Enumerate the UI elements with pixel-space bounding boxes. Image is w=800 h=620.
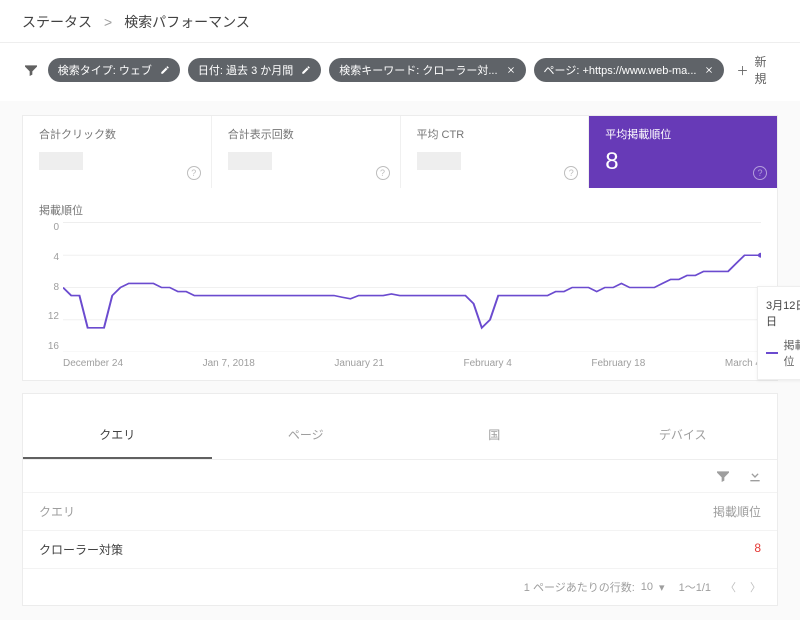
metric-label: 合計クリック数: [39, 126, 195, 142]
tab-query[interactable]: クエリ: [23, 412, 212, 459]
x-axis-labels: December 24 Jan 7, 2018 January 21 Febru…: [63, 354, 761, 372]
chart-plot[interactable]: [63, 222, 761, 352]
tab-page[interactable]: ページ: [212, 412, 401, 459]
metric-label: 合計表示回数: [228, 126, 384, 142]
add-filter[interactable]: ＋ 新規: [736, 53, 778, 87]
add-filter-label: 新規: [754, 53, 778, 87]
chip-search-type[interactable]: 検索タイプ: ウェブ: [48, 58, 180, 82]
metric-label: 平均 CTR: [417, 126, 573, 142]
metric-label: 平均掲載順位: [605, 126, 761, 142]
breadcrumb-sep: >: [104, 16, 112, 32]
help-icon[interactable]: ?: [564, 166, 578, 180]
filter-icon[interactable]: [22, 62, 40, 78]
chip-label: ページ: +https://www.web-ma...: [544, 62, 697, 78]
chip-query[interactable]: 検索キーワード: クローラー対...: [329, 58, 525, 82]
metric-value: 8: [605, 148, 761, 176]
y-axis-labels: 0 4 8 12 16: [39, 222, 59, 352]
next-page-icon[interactable]: 〉: [750, 579, 761, 595]
breadcrumb: ステータス > 検索パフォーマンス: [0, 0, 800, 43]
chip-label: 日付: 過去 3 か月間: [198, 62, 293, 78]
rpp-value[interactable]: 10: [641, 581, 653, 593]
query-table: クエリ 掲載順位 クローラー対策 8 1 ページあたりの行数: 10 ▾ 1～1…: [22, 460, 778, 606]
chart-tooltip: 3月12日月曜日 掲載順位 4: [757, 286, 800, 380]
chevron-down-icon[interactable]: ▾: [659, 581, 665, 594]
table-header: クエリ 掲載順位: [23, 492, 777, 530]
chart-area: 掲載順位 0 4 8 12 16: [23, 188, 777, 380]
help-icon[interactable]: ?: [753, 166, 767, 180]
col-position[interactable]: 掲載順位: [713, 503, 761, 520]
table-filter-icon[interactable]: [715, 468, 731, 484]
metric-position[interactable]: 平均掲載順位 8 ?: [589, 116, 777, 188]
prev-page-icon[interactable]: 〈: [725, 579, 736, 595]
metric-clicks[interactable]: 合計クリック数 ?: [23, 116, 212, 188]
chip-page[interactable]: ページ: +https://www.web-ma...: [534, 58, 725, 82]
cell-query: クローラー対策: [39, 541, 754, 558]
rpp-label: 1 ページあたりの行数:: [524, 579, 635, 595]
cell-position: 8: [754, 541, 761, 558]
close-icon[interactable]: [506, 65, 516, 75]
metric-value-redacted: [417, 152, 461, 170]
dimension-tabs: クエリ ページ 国 デバイス: [23, 412, 777, 460]
pencil-icon[interactable]: [301, 65, 311, 75]
help-icon[interactable]: ?: [376, 166, 390, 180]
chip-label: 検索キーワード: クローラー対...: [339, 62, 497, 78]
table-row[interactable]: クローラー対策 8: [23, 530, 777, 568]
download-icon[interactable]: [747, 468, 763, 484]
filter-bar: 検索タイプ: ウェブ 日付: 過去 3 か月間 検索キーワード: クローラー対.…: [0, 43, 800, 101]
performance-card: 合計クリック数 ? 合計表示回数 ? 平均 CTR ? 平均掲載順位 8 ? 掲…: [22, 115, 778, 381]
tooltip-date: 3月12日月曜日: [766, 297, 800, 329]
chart-title: 掲載順位: [39, 202, 761, 218]
breadcrumb-l1[interactable]: ステータス: [22, 14, 92, 30]
tab-device[interactable]: デバイス: [589, 412, 778, 459]
chip-date[interactable]: 日付: 過去 3 か月間: [188, 58, 321, 82]
help-icon[interactable]: ?: [187, 166, 201, 180]
metric-impressions[interactable]: 合計表示回数 ?: [212, 116, 401, 188]
tab-country[interactable]: 国: [400, 412, 589, 459]
plus-icon: ＋: [736, 62, 748, 79]
pager-range: 1～1/1: [679, 579, 711, 595]
metric-ctr[interactable]: 平均 CTR ?: [401, 116, 590, 188]
pencil-icon[interactable]: [160, 65, 170, 75]
legend-swatch: [766, 352, 778, 354]
chip-label: 検索タイプ: ウェブ: [58, 62, 152, 78]
breadcrumb-l2[interactable]: 検索パフォーマンス: [124, 14, 250, 30]
tooltip-label: 掲載順位: [784, 337, 800, 369]
close-icon[interactable]: [704, 65, 714, 75]
metric-value-redacted: [228, 152, 272, 170]
col-query[interactable]: クエリ: [39, 503, 713, 520]
metric-value-redacted: [39, 152, 83, 170]
